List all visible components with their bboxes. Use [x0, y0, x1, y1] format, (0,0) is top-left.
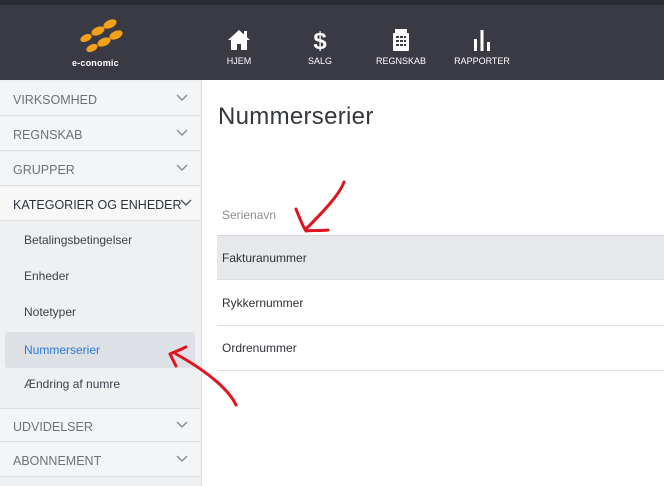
sidebar-section-label: REGNSKAB: [13, 128, 83, 142]
sidebar-item-enheder[interactable]: Enheder: [0, 258, 200, 294]
top-navigation-bar: e-conomic HJEM $ SALG REGNSKAB RAPPORTER: [0, 0, 664, 80]
column-header-serienavn[interactable]: Serienavn: [222, 208, 276, 222]
chevron-down-icon: [180, 199, 192, 207]
sidebar: VIRKSOMHED REGNSKAB GRUPPER KATEGORIER O…: [0, 80, 202, 486]
sidebar-submenu: Betalingsbetingelser Enheder Notetyper N…: [0, 222, 200, 406]
nav-salg[interactable]: $ SALG: [285, 27, 355, 75]
logo-icon: [80, 19, 123, 53]
chevron-down-icon: [176, 129, 188, 137]
nav-regnskab[interactable]: REGNSKAB: [366, 27, 436, 75]
sidebar-section-label: UDVIDELSER: [13, 420, 93, 434]
bar-chart-icon: [447, 27, 517, 57]
chevron-down-icon: [176, 164, 188, 172]
page-title: Nummerserier: [218, 103, 374, 130]
sidebar-section-grupper[interactable]: GRUPPER: [0, 152, 200, 186]
sidebar-section-kategorier-og-enheder[interactable]: KATEGORIER OG ENHEDER: [0, 187, 200, 221]
sidebar-section-regnskab[interactable]: REGNSKAB: [0, 117, 200, 151]
sidebar-item-aendring-af-numre[interactable]: Ændring af numre: [0, 366, 200, 402]
nav-rapporter[interactable]: RAPPORTER: [447, 27, 517, 75]
nav-rapporter-label: RAPPORTER: [454, 56, 510, 66]
table-row-rykkernummer[interactable]: Rykkernummer: [217, 281, 664, 326]
table-row-ordrenummer[interactable]: Ordrenummer: [217, 326, 664, 371]
sidebar-section-virksomhed[interactable]: VIRKSOMHED: [0, 82, 200, 116]
nav-regnskab-label: REGNSKAB: [375, 56, 426, 66]
calculator-icon: [366, 27, 436, 57]
sidebar-item-notetyper[interactable]: Notetyper: [0, 294, 200, 330]
sidebar-item-nummerserier[interactable]: Nummerserier: [5, 332, 195, 368]
logo-text: e-conomic: [72, 58, 119, 68]
nav-hjem[interactable]: HJEM: [204, 27, 274, 75]
chevron-down-icon: [176, 421, 188, 429]
sidebar-section-label: VIRKSOMHED: [13, 93, 98, 107]
sidebar-section-label: KATEGORIER OG ENHEDER: [13, 198, 182, 212]
home-icon: [204, 27, 274, 57]
chevron-down-icon: [176, 455, 188, 463]
sidebar-item-betalingsbetingelser[interactable]: Betalingsbetingelser: [0, 222, 200, 258]
nav-hjem-label: HJEM: [226, 56, 252, 66]
table-row-fakturanummer[interactable]: Fakturanummer: [217, 235, 664, 280]
sidebar-section-label: ABONNEMENT: [13, 454, 102, 468]
dollar-icon: $: [285, 27, 355, 57]
svg-text:$: $: [313, 28, 327, 53]
sidebar-section-label: GRUPPER: [13, 163, 75, 177]
nav-salg-label: SALG: [307, 56, 332, 66]
e-conomic-logo[interactable]: [66, 17, 146, 77]
chevron-down-icon: [176, 94, 188, 102]
sidebar-section-udvidelser[interactable]: UDVIDELSER: [0, 408, 200, 442]
sidebar-section-abonnement[interactable]: ABONNEMENT: [0, 443, 200, 477]
